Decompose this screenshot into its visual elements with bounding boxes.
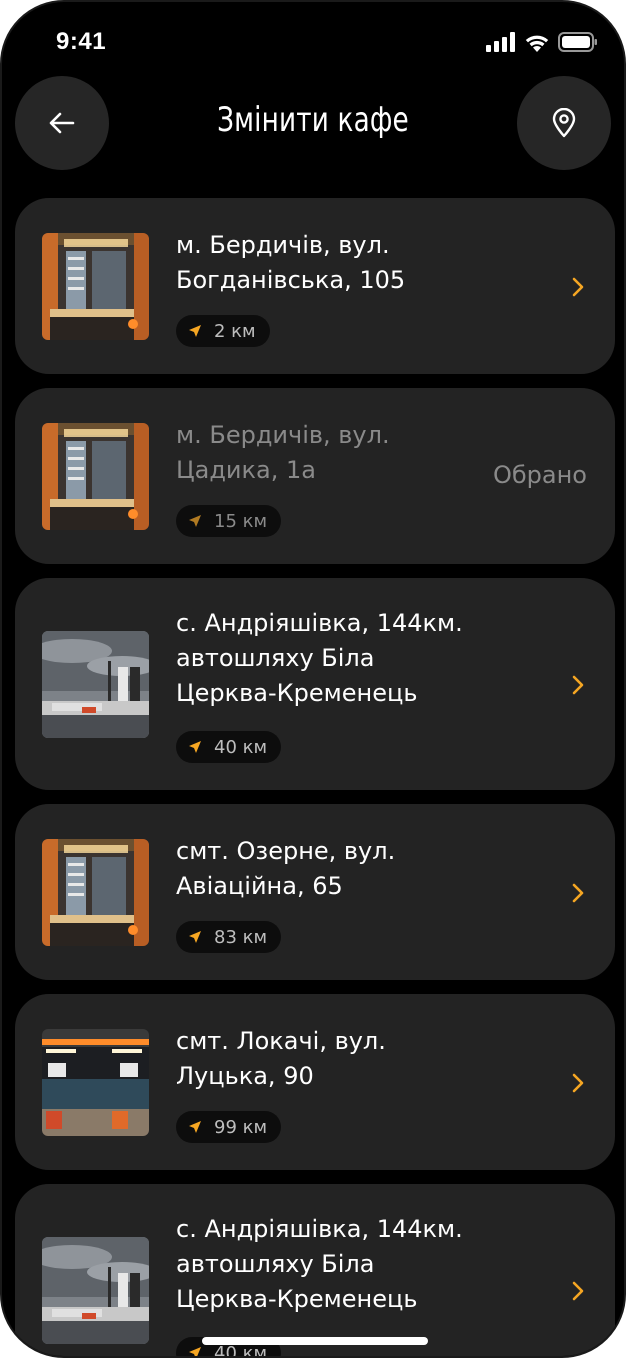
chevron-right-icon	[572, 1281, 584, 1301]
battery-icon	[558, 32, 597, 52]
navigation-arrow-icon	[189, 1347, 201, 1356]
cafe-address: м. Бердичів, вул. Цадика, 1а	[176, 418, 476, 488]
distance-badge: 99 км	[176, 1111, 282, 1143]
address-line: м. Бердичів, вул.	[176, 231, 390, 259]
cafe-address: смт. Локачі, вул. Луцька, 90	[176, 1024, 496, 1094]
address-line: с. Андріяшівка, 144км.	[176, 1215, 463, 1243]
address-line: с. Андріяшівка, 144км.	[176, 609, 463, 637]
wifi-icon	[525, 35, 549, 52]
map-pin-icon	[552, 108, 576, 138]
distance-value: 2 км	[214, 320, 256, 342]
navigation-arrow-icon	[189, 741, 201, 753]
cellular-signal-icon	[486, 32, 515, 52]
address-line: м. Бердичів, вул.	[176, 421, 390, 449]
header: Змінити кафе	[2, 76, 624, 172]
cafe-card[interactable]: с. Андріяшівка, 144км. автошляху Біла Це…	[15, 578, 615, 790]
chevron-right-icon	[572, 1073, 584, 1093]
cafe-card[interactable]: с. Андріяшівка, 144км. автошляху Біла Це…	[15, 1184, 615, 1356]
cafe-list: м. Бердичів, вул. Богданівська, 105 2 км	[15, 198, 615, 1356]
cafe-photo	[42, 1029, 149, 1136]
navigation-arrow-icon	[189, 325, 201, 337]
cafe-photo	[42, 839, 149, 946]
cafe-card-selected[interactable]: м. Бердичів, вул. Цадика, 1а 15 км Обран…	[15, 388, 615, 564]
address-line: смт. Локачі, вул.	[176, 1027, 386, 1055]
location-button[interactable]	[517, 76, 611, 170]
navigation-arrow-icon	[189, 931, 201, 943]
address-line: Цадика, 1а	[176, 456, 316, 484]
address-line: Церква-Кременець	[176, 1285, 418, 1313]
cafe-photo	[42, 233, 149, 340]
distance-value: 15 км	[214, 510, 268, 532]
selected-label: Обрано	[492, 461, 587, 489]
cafe-address: смт. Озерне, вул. Авіаційна, 65	[176, 834, 496, 904]
distance-badge: 2 км	[176, 315, 270, 347]
distance-badge: 15 км	[176, 505, 282, 537]
cafe-address: с. Андріяшівка, 144км. автошляху Біла Це…	[176, 606, 496, 711]
address-line: Богданівська, 105	[176, 266, 406, 294]
distance-value: 40 км	[214, 736, 268, 758]
cafe-photo	[42, 423, 149, 530]
distance-badge: 40 км	[176, 731, 282, 763]
home-indicator[interactable]	[202, 1337, 428, 1345]
cafe-photo	[42, 631, 149, 738]
chevron-right-icon	[572, 883, 584, 903]
status-bar: 9:41	[2, 2, 624, 82]
cafe-photo	[42, 1237, 149, 1344]
cafe-card[interactable]: м. Бердичів, вул. Богданівська, 105 2 км	[15, 198, 615, 374]
distance-badge: 83 км	[176, 921, 282, 953]
status-icons	[486, 32, 598, 52]
chevron-right-icon	[572, 277, 584, 297]
cafe-address: с. Андріяшівка, 144км. автошляху Біла Це…	[176, 1212, 496, 1317]
address-line: смт. Озерне, вул.	[176, 837, 396, 865]
distance-value: 83 км	[214, 926, 268, 948]
address-line: автошляху Біла	[176, 644, 375, 672]
address-line: Луцька, 90	[176, 1062, 314, 1090]
cafe-address: м. Бердичів, вул. Богданівська, 105	[176, 228, 496, 298]
navigation-arrow-icon	[189, 515, 201, 527]
distance-value: 99 км	[214, 1116, 268, 1138]
cafe-card[interactable]: смт. Локачі, вул. Луцька, 90 99 км	[15, 994, 615, 1170]
status-time: 9:41	[56, 28, 107, 55]
page-title: Змінити кафе	[217, 100, 409, 140]
chevron-right-icon	[572, 675, 584, 695]
address-line: Авіаційна, 65	[176, 872, 343, 900]
address-line: Церква-Кременець	[176, 679, 418, 707]
cafe-card[interactable]: смт. Озерне, вул. Авіаційна, 65 83 км	[15, 804, 615, 980]
phone-screen: 9:41 Змінити кафе м. Бердичів, вул. Богд…	[0, 0, 626, 1358]
navigation-arrow-icon	[189, 1121, 201, 1133]
address-line: автошляху Біла	[176, 1250, 375, 1278]
